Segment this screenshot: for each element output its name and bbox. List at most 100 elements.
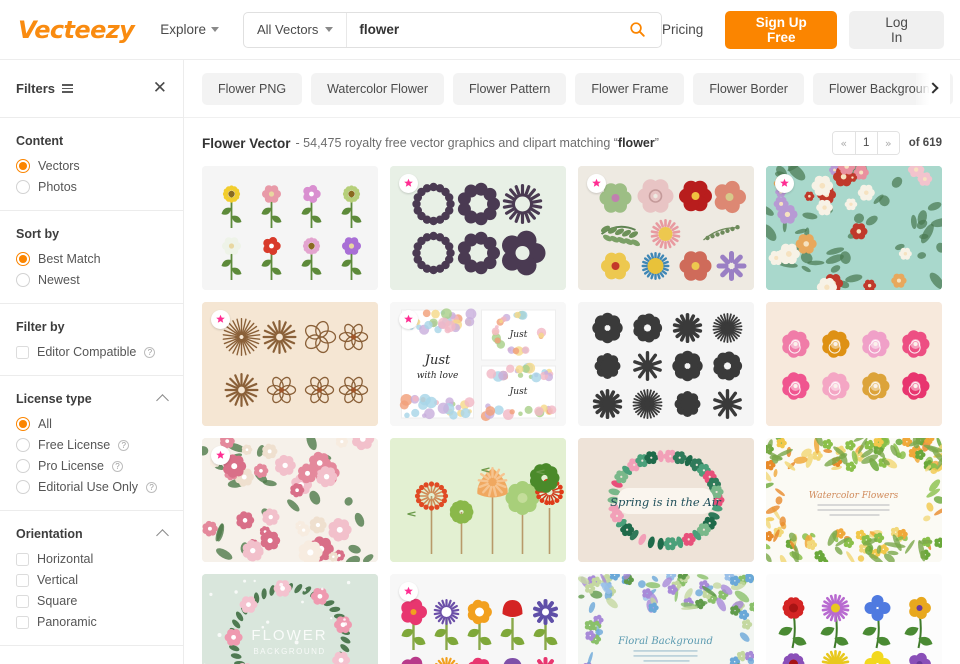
tag-chip-watercolor-flower[interactable]: Watercolor Flower	[311, 73, 444, 105]
radio-checked-icon[interactable]	[16, 252, 30, 266]
chevron-up-icon[interactable]	[156, 529, 169, 542]
grid-item-watercolor-flowers-frame[interactable]: Watercolor Flowers	[766, 438, 942, 562]
grid-item-assorted-colorful-flower-illustrations[interactable]	[202, 166, 378, 290]
pagination-first-button[interactable]: «	[833, 132, 855, 154]
filter-section-title: Orientation	[16, 527, 83, 541]
filter-option-photos[interactable]: Photos	[16, 180, 167, 194]
grid-item-spring-is-in-the-air-wreath[interactable]: Spring is in the Air	[578, 438, 754, 562]
results-bar: Flower Vector - 54,475 royalty free vect…	[184, 118, 960, 166]
site-logo[interactable]: Vecteezy	[18, 16, 134, 44]
tag-chip-flower-pattern[interactable]: Flower Pattern	[453, 73, 566, 105]
login-button[interactable]: Log In	[849, 11, 944, 49]
tag-chip-flower-png[interactable]: Flower PNG	[202, 73, 302, 105]
tag-chip-flower-frame[interactable]: Flower Frame	[575, 73, 684, 105]
grid-item-watercolor-greeting-card-set[interactable]: Justwith loveJustJust	[390, 302, 566, 426]
checkbox-unchecked-icon[interactable]	[16, 595, 29, 608]
grid-item-cute-cartoon-flower-set[interactable]	[390, 574, 566, 664]
radio-unchecked-icon[interactable]	[16, 180, 30, 194]
grid-item-flat-flower-and-leaf-clipart[interactable]	[578, 166, 754, 290]
pricing-link[interactable]: Pricing	[662, 22, 703, 37]
checkbox-unchecked-icon[interactable]	[16, 553, 29, 566]
filter-option-label: Panoramic	[37, 615, 97, 629]
radio-unchecked-icon[interactable]	[16, 438, 30, 452]
star-badge-icon	[215, 450, 226, 461]
filter-section-header: License type	[16, 392, 167, 406]
grid-item-pink-rose-blossom-collection[interactable]	[766, 302, 942, 426]
radio-checked-icon[interactable]	[16, 417, 30, 431]
tag-chip-label: Flower Frame	[591, 82, 668, 96]
grid-item-black-flower-silhouette-icons[interactable]	[578, 302, 754, 426]
search-button[interactable]	[615, 13, 661, 47]
filter-section-header: Orientation	[16, 527, 167, 541]
star-badge-icon	[779, 178, 790, 189]
radio-unchecked-icon[interactable]	[16, 480, 30, 494]
close-icon[interactable]: ✕	[153, 80, 167, 97]
grid-item-vintage-rose-seamless-pattern-mint[interactable]	[766, 166, 942, 290]
filter-option-panoramic[interactable]: Panoramic	[16, 615, 167, 629]
filter-option-newest[interactable]: Newest	[16, 273, 167, 287]
grid-item-hand-drawn-sketch-flowers[interactable]	[202, 302, 378, 426]
filter-section-sort-by: Sort by Best Match Newest	[0, 211, 183, 304]
filter-option-vectors[interactable]: Vectors	[16, 159, 167, 173]
grid-item-pink-roses-seamless-pattern[interactable]	[202, 438, 378, 562]
pagination-group: « 1 »	[832, 131, 900, 155]
filter-option-editorial-use-only[interactable]: Editorial Use Only?	[16, 480, 167, 494]
help-icon[interactable]: ?	[146, 482, 157, 493]
tags-next-button[interactable]	[916, 60, 950, 116]
grid-item-floral-background-blue-green[interactable]: Floral Background	[578, 574, 754, 664]
results-desc-query: flower	[618, 136, 655, 150]
filter-option-horizontal[interactable]: Horizontal	[16, 552, 167, 566]
radio-unchecked-icon[interactable]	[16, 459, 30, 473]
filter-section-header: Filter by	[16, 320, 167, 334]
filter-option-best-match[interactable]: Best Match	[16, 252, 167, 266]
filter-option-vertical[interactable]: Vertical	[16, 573, 167, 587]
chevron-down-icon	[325, 27, 333, 32]
svg-text:FLOWER: FLOWER	[251, 627, 327, 644]
page-title: Flower Vector	[202, 136, 291, 151]
help-icon[interactable]: ?	[112, 461, 123, 472]
grid-item-purple-flower-silhouette-set[interactable]	[390, 166, 566, 290]
filter-option-all[interactable]: All	[16, 417, 167, 431]
filter-option-pro-license[interactable]: Pro License?	[16, 459, 167, 473]
filter-option-square[interactable]: Square	[16, 594, 167, 608]
chevron-up-icon[interactable]	[156, 394, 169, 407]
help-icon[interactable]: ?	[118, 440, 129, 451]
signup-button[interactable]: Sign Up Free	[725, 11, 837, 49]
help-icon[interactable]: ?	[144, 347, 155, 358]
tag-chip-flower-border[interactable]: Flower Border	[693, 73, 804, 105]
search-icon	[629, 21, 646, 38]
thumbnail-artwork	[202, 166, 378, 290]
filter-section-header: Sort by	[16, 227, 167, 241]
chevron-down-icon	[211, 27, 219, 32]
search-scope-select[interactable]: All Vectors	[244, 13, 347, 47]
results-grid: Justwith loveJustJustSpring is in the Ai…	[184, 166, 960, 664]
explore-menu[interactable]: Explore	[160, 22, 219, 37]
search-scope-label: All Vectors	[257, 22, 318, 37]
filter-section-title: Filter by	[16, 320, 65, 334]
filter-option-label: Best Match	[38, 252, 101, 266]
page-body: Filters ✕ ContentVectorsPhotosSort byBes…	[0, 60, 960, 664]
filter-option-free-license[interactable]: Free License?	[16, 438, 167, 452]
filter-option-editor-compatible[interactable]: Editor Compatible?	[16, 345, 167, 359]
filter-section-header: Content	[16, 134, 167, 148]
search-input[interactable]	[347, 13, 615, 47]
svg-text:Floral Background: Floral Background	[617, 636, 713, 647]
hamburger-icon[interactable]	[62, 84, 73, 92]
checkbox-unchecked-icon[interactable]	[16, 616, 29, 629]
thumbnail-artwork	[578, 302, 754, 426]
pagination-next-button[interactable]: »	[877, 132, 899, 154]
radio-unchecked-icon[interactable]	[16, 273, 30, 287]
grid-item-colorful-wildflower-illustrations[interactable]	[766, 574, 942, 664]
pagination: « 1 » of 619	[832, 131, 942, 155]
star-badge-icon	[403, 586, 414, 597]
star-badge-icon	[403, 178, 414, 189]
filter-sections: Content Vectors Photos Sort by Best Match New…	[0, 118, 183, 646]
radio-checked-icon[interactable]	[16, 159, 30, 173]
pagination-current-page[interactable]: 1	[855, 132, 877, 154]
filters-sidebar: Filters ✕ ContentVectorsPhotosSort byBes…	[0, 60, 184, 664]
grid-item-stylized-dandelion-garden[interactable]	[390, 438, 566, 562]
checkbox-unchecked-icon[interactable]	[16, 574, 29, 587]
grid-item-flower-background-wreath[interactable]: FLOWERBACKGROUND	[202, 574, 378, 664]
checkbox-unchecked-icon[interactable]	[16, 346, 29, 359]
star-badge-icon	[591, 178, 602, 189]
